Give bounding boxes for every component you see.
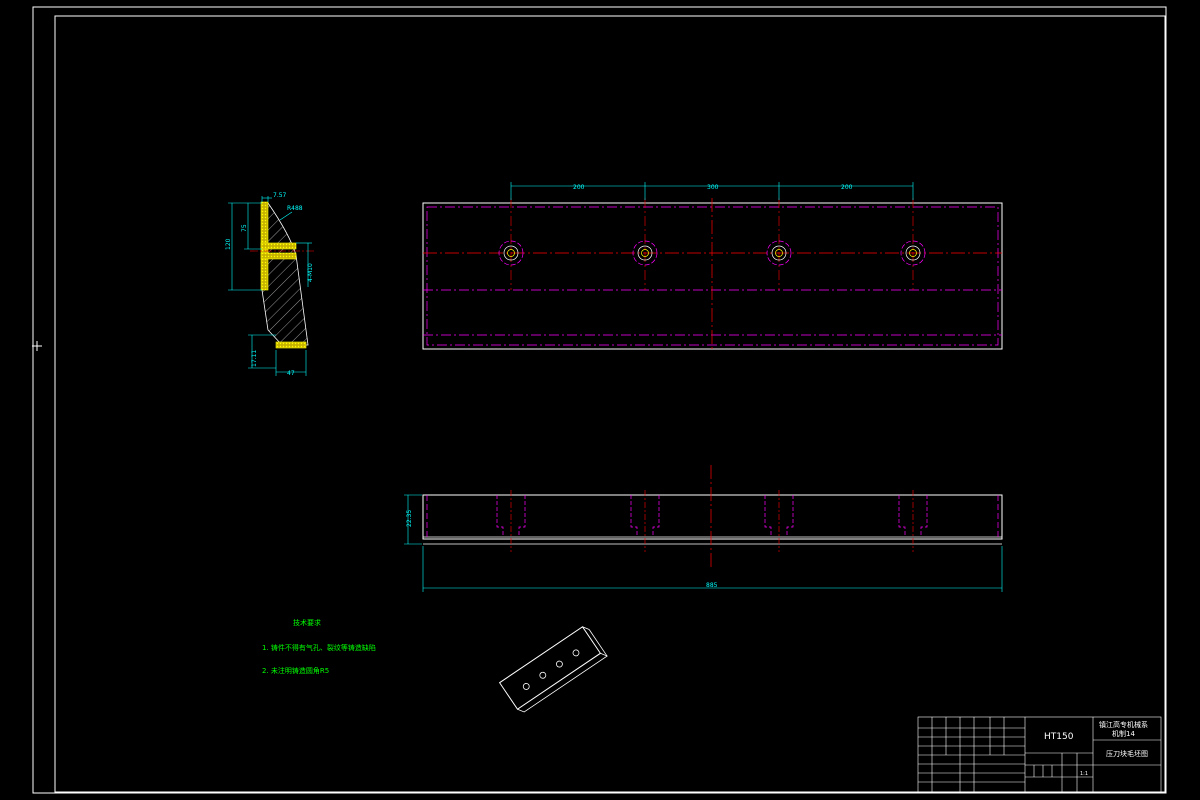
front-view-dimension-lines	[404, 494, 1003, 592]
dim-bottom-height: 17.11	[251, 350, 258, 367]
title-material: HT150	[1044, 732, 1074, 742]
technical-notes: 技术要求 1. 铸件不得有气孔、裂纹等铸造缺陷 2. 未注明铸造圆角R5	[262, 618, 376, 675]
dim-hole: 4-M10	[307, 263, 314, 282]
dim-spacing-1: 200	[573, 184, 585, 191]
section-body	[261, 202, 309, 346]
front-view-hidden-holes	[496, 495, 928, 537]
top-view-outline	[422, 202, 1003, 350]
dim-front-height: 22.35	[406, 510, 413, 527]
top-view-inner-hidden	[426, 206, 999, 346]
dim-spacing-3: 200	[841, 184, 853, 191]
dim-bottom-width: 47	[287, 370, 295, 377]
cad-drawing: 7.57 R488 120 75 4-M10 17.11 47 200 300 …	[32, 6, 1167, 794]
dim-top-width: 7.57	[273, 192, 287, 199]
outer-frame	[32, 6, 1167, 794]
title-school: 镇江高专机械系	[1099, 720, 1148, 729]
dim-front-length: 885	[706, 582, 718, 589]
notes-line-2: 2. 未注明铸造圆角R5	[262, 666, 329, 675]
dim-height-upper: 75	[241, 224, 248, 232]
isometric-view	[498, 626, 608, 713]
hole-3	[766, 198, 792, 290]
notes-heading: 技术要求	[293, 618, 321, 627]
title-scale: 1:1	[1080, 771, 1088, 777]
title-class: 机制14	[1112, 729, 1135, 738]
hole-1	[498, 198, 524, 290]
dim-radius: R488	[287, 205, 303, 212]
section-foot	[275, 341, 307, 349]
dim-height-total: 120	[225, 238, 232, 250]
hole-2	[632, 198, 658, 290]
notes-line-1: 1. 铸件不得有气孔、裂纹等铸造缺陷	[262, 643, 376, 652]
dim-spacing-2: 300	[707, 184, 719, 191]
section-view: 7.57 R488 120 75 4-M10 17.11 47	[225, 192, 314, 377]
hole-4	[900, 198, 926, 290]
inner-frame	[54, 15, 1166, 793]
front-view: 22.35 885	[404, 465, 1003, 592]
title-drawing-name: 压刀块毛坯图	[1106, 749, 1148, 758]
top-view: 200 300 200	[422, 182, 1003, 350]
section-rib-lower	[260, 252, 297, 260]
front-view-hole-centerlines	[510, 490, 914, 552]
front-view-outline	[422, 494, 1003, 540]
section-rib-upper	[260, 242, 297, 250]
